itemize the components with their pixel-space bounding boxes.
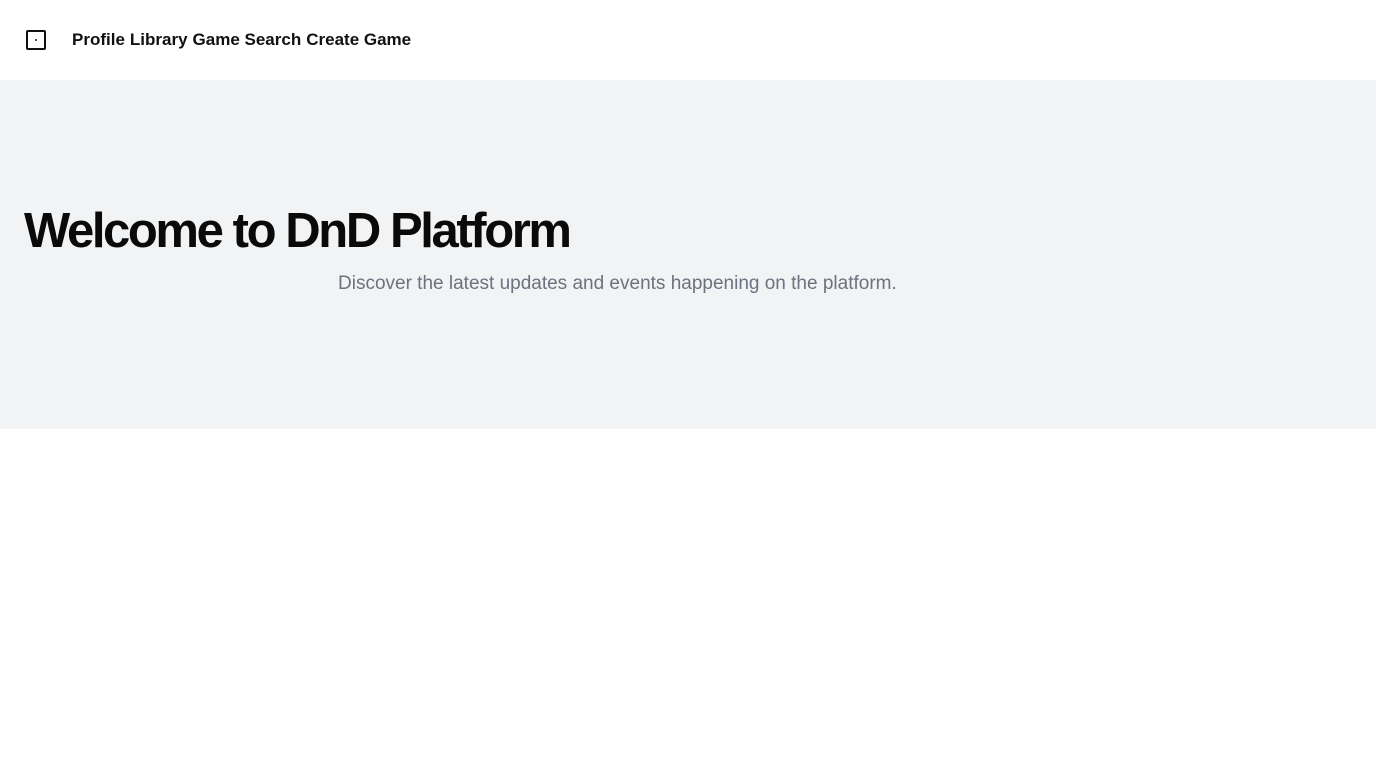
nav-links: Profile Library Game Search Create Game xyxy=(72,29,416,51)
top-navbar: Profile Library Game Search Create Game xyxy=(0,0,1376,80)
hero-subtitle: Discover the latest updates and events h… xyxy=(338,273,897,294)
nav-link-game-search[interactable]: Game Search xyxy=(193,29,302,51)
dice-icon[interactable] xyxy=(26,30,46,50)
hero-section: Welcome to DnD Platform Discover the lat… xyxy=(0,80,1376,429)
nav-link-profile[interactable]: Profile xyxy=(72,29,125,51)
dice-dot xyxy=(35,39,37,41)
nav-link-create-game[interactable]: Create Game xyxy=(306,29,411,51)
page-title: Welcome to DnD Platform xyxy=(24,204,572,258)
nav-link-library[interactable]: Library xyxy=(130,29,188,51)
